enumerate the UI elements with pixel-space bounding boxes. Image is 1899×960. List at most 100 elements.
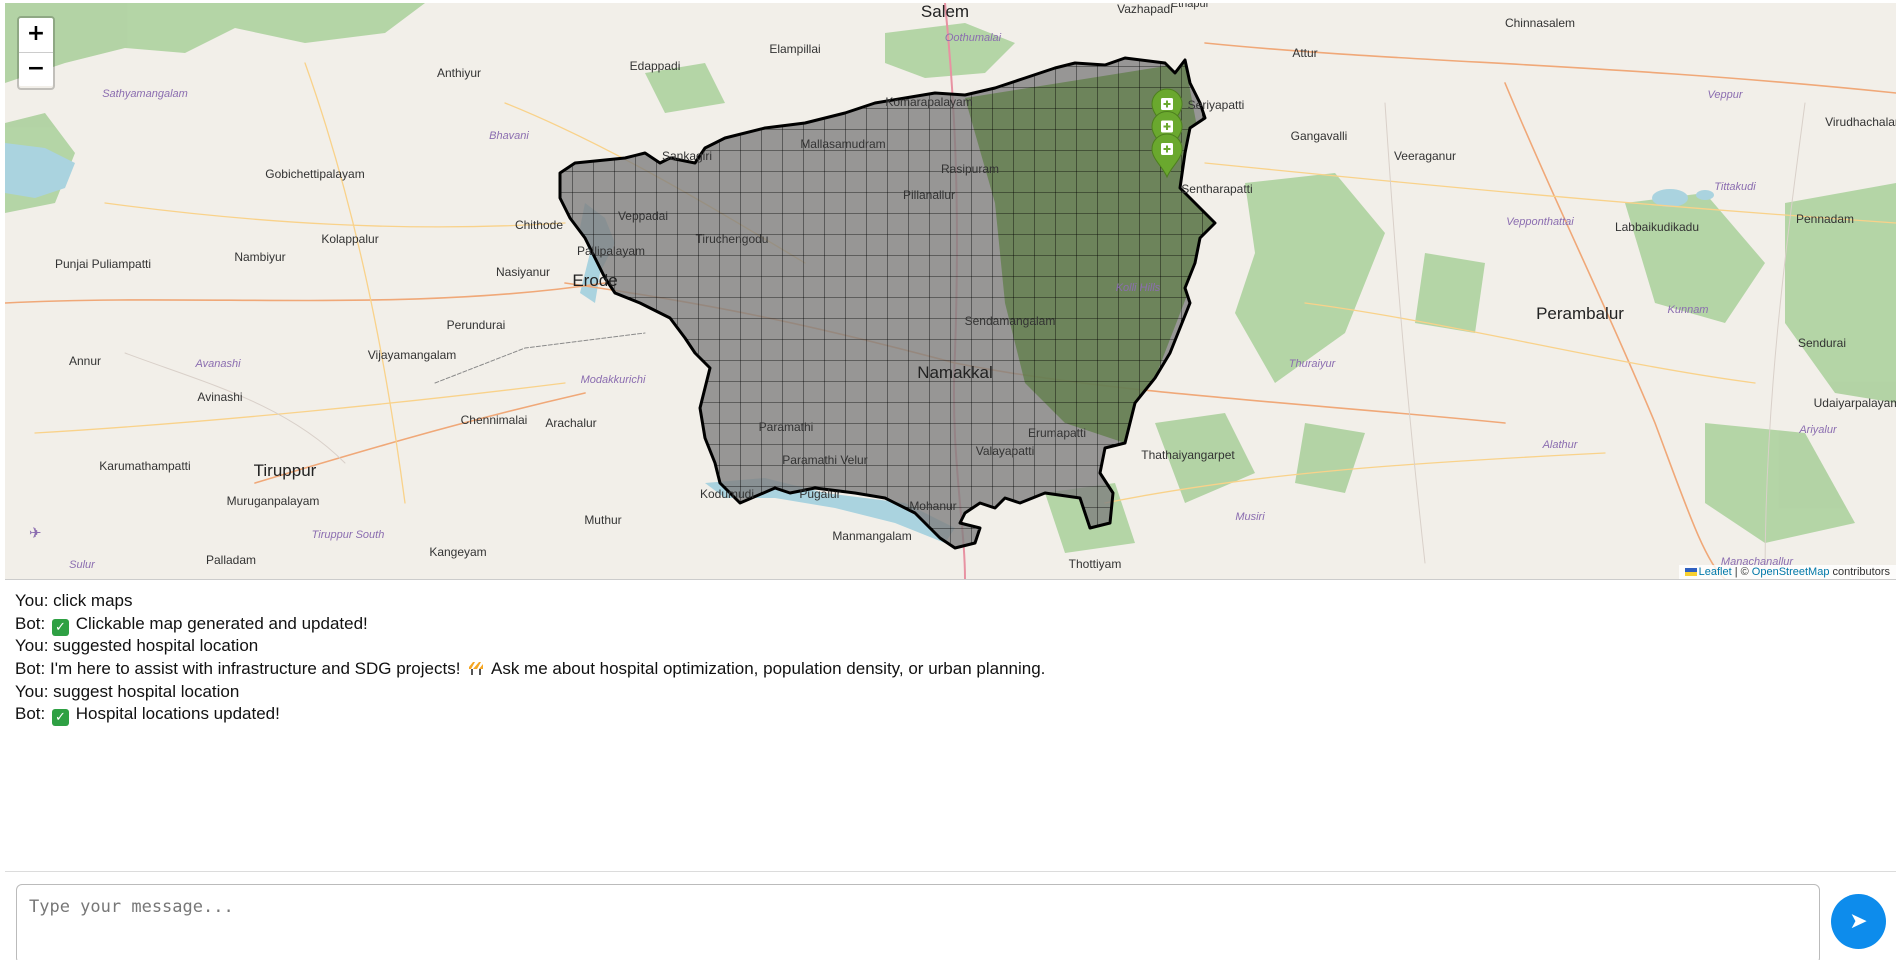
- place-label: Veppadai: [618, 209, 668, 223]
- place-label: Sendamangalam: [965, 314, 1056, 328]
- place-label: Salem: [921, 3, 969, 21]
- place-label: Seriyapatti: [1188, 98, 1245, 112]
- place-label: Veeraganur: [1394, 149, 1456, 163]
- place-label: Namakkal: [917, 363, 993, 382]
- place-label: Nambiyur: [234, 250, 285, 264]
- place-label: Sankagiri: [662, 149, 712, 163]
- place-label: Kangeyam: [429, 545, 486, 559]
- place-label: Muruganpalayam: [227, 494, 320, 508]
- place-label: Perambalur: [1536, 304, 1624, 323]
- zoom-control: + −: [17, 16, 55, 90]
- message-speaker: You:: [15, 681, 49, 701]
- place-label: Chinnasalem: [1505, 16, 1575, 30]
- place-label: Pennadam: [1796, 212, 1854, 226]
- place-label: Musiri: [1235, 511, 1265, 523]
- place-label: Sentharapatti: [1181, 182, 1252, 196]
- message-text: Clickable map generated and updated!: [75, 613, 368, 633]
- place-label: Kodumudi: [700, 487, 754, 501]
- place-label: Avinashi: [197, 390, 242, 404]
- place-label: Sathyamangalam: [102, 88, 188, 100]
- message-text: suggested hospital location: [53, 636, 259, 656]
- place-label: Alathur: [1542, 439, 1579, 451]
- place-label: Udaiyarpalayam: [1814, 396, 1896, 410]
- message-speaker: You:: [15, 636, 49, 656]
- chat-message: You: suggest hospital location: [15, 681, 1875, 704]
- place-label: Oothumalai: [945, 32, 1002, 44]
- place-label: Pillanallur: [903, 188, 955, 202]
- place-label: Nasiyanur: [496, 265, 550, 279]
- place-label: Chithode: [515, 218, 563, 232]
- zoom-in-button[interactable]: +: [19, 18, 53, 53]
- place-label: Thuraiyur: [1289, 358, 1337, 370]
- zoom-out-button[interactable]: −: [19, 53, 53, 86]
- chat-message: You: click maps: [15, 590, 1875, 613]
- message-speaker: Bot:: [15, 659, 46, 679]
- place-label: Komarapalayam: [885, 95, 972, 109]
- place-label: Mallasamudram: [800, 137, 885, 151]
- construction-icon: [469, 662, 484, 676]
- place-label: Ariyalur: [1798, 424, 1838, 436]
- message-text-continued: Ask me about hospital optimization, popu…: [490, 659, 1046, 679]
- message-text: Hospital locations updated!: [75, 704, 280, 724]
- message-text: I'm here to assist with infrastructure a…: [49, 659, 461, 679]
- place-label: Valayapatti: [976, 444, 1034, 458]
- place-label: Arachalur: [545, 416, 596, 430]
- osm-link[interactable]: OpenStreetMap: [1752, 566, 1830, 578]
- place-label: Vijayamangalam: [368, 348, 457, 362]
- check-icon: ✓: [51, 709, 69, 727]
- place-label: Edappadi: [630, 59, 681, 73]
- place-label: Muthur: [584, 513, 621, 527]
- place-label: Vepponthattai: [1506, 216, 1574, 228]
- chat-message: Bot: ✓ Clickable map generated and updat…: [15, 613, 1875, 636]
- message-input[interactable]: [16, 884, 1820, 960]
- place-label: Paramathi: [759, 420, 814, 434]
- place-label: Sendurai: [1798, 336, 1846, 350]
- place-label: Bhavani: [489, 130, 529, 142]
- place-label: Attur: [1292, 46, 1317, 60]
- place-label: Erode: [572, 271, 617, 290]
- chat-message: Bot: ✓ Hospital locations updated!: [15, 703, 1875, 727]
- message-text: suggest hospital location: [53, 681, 240, 701]
- ukraine-flag-icon: [1684, 568, 1697, 577]
- place-label: Thathaiyangarpet: [1141, 448, 1235, 462]
- place-label: Pallipalayam: [577, 244, 645, 258]
- divider: [5, 871, 1896, 872]
- place-label: Tiruppur: [254, 461, 317, 480]
- place-label: Rasipuram: [941, 162, 999, 176]
- place-label: Paramathi Velur: [782, 453, 867, 467]
- place-label: Tittakudi: [1714, 181, 1756, 193]
- place-label: Kunnam: [1668, 304, 1709, 316]
- attribution-separator: | ©: [1734, 566, 1749, 578]
- place-label: Pugalur: [799, 487, 840, 501]
- chat-log: You: click maps Bot: ✓ Clickable map gen…: [5, 590, 1885, 860]
- place-label: Thottiyam: [1069, 557, 1122, 571]
- send-button[interactable]: ➤: [1831, 894, 1886, 949]
- place-label: Labbaikudikadu: [1615, 220, 1699, 234]
- place-label: Sulur: [69, 559, 96, 571]
- place-label: Elampillai: [769, 42, 820, 56]
- map-canvas[interactable]: Salem VazhapadiEthapur Chinnasalem Edappadi…: [5, 3, 1896, 579]
- place-label: Tiruppur South: [312, 529, 385, 541]
- place-label: Ethapur: [1171, 3, 1210, 10]
- place-label: Virudhachalam: [1825, 115, 1896, 129]
- leaflet-link[interactable]: Leaflet: [1699, 566, 1732, 578]
- place-label: Avanashi: [194, 358, 241, 370]
- place-label: Annur: [69, 354, 101, 368]
- map-panel[interactable]: Salem Vazhapadi Ethapur Chinnasalem Edappadi…: [5, 3, 1896, 580]
- message-speaker: Bot:: [15, 704, 46, 724]
- place-label: Gobichettipalayam: [265, 167, 364, 181]
- map-attribution: Leaflet | © OpenStreetMap contributors: [1678, 565, 1896, 579]
- place-label: Punjai Puliampatti: [55, 257, 151, 271]
- chat-message: Bot: I'm here to assist with infrastruct…: [15, 658, 1875, 681]
- message-speaker: Bot:: [15, 613, 46, 633]
- place-label: Kolli Hills: [1116, 282, 1161, 294]
- place-label: Tiruchengodu: [696, 232, 769, 246]
- airport-icon: ✈: [29, 525, 42, 542]
- place-label: Perundurai: [447, 318, 506, 332]
- app: Salem Vazhapadi Ethapur Chinnasalem Edappadi…: [0, 0, 1899, 960]
- place-label: Gangavalli: [1291, 129, 1348, 143]
- place-label: Chennimalai: [461, 413, 528, 427]
- place-label: Manmangalam: [832, 529, 911, 543]
- place-label: Kolappalur: [321, 232, 378, 246]
- place-label: Karumathampatti: [99, 459, 190, 473]
